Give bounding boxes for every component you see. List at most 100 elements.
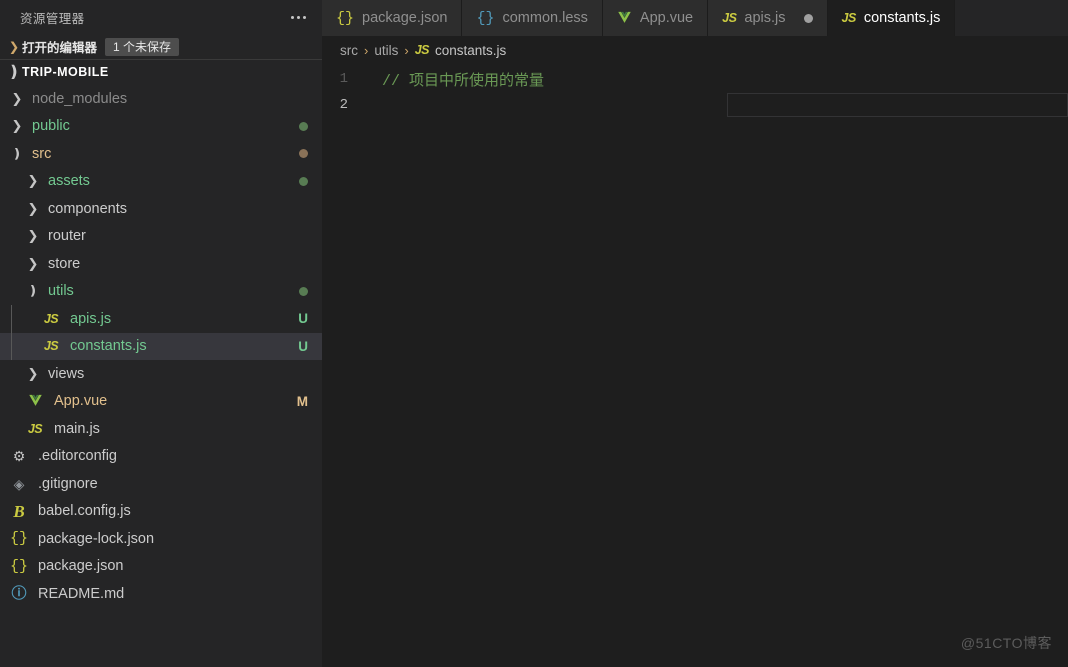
chevron-down-icon: ❫ bbox=[7, 64, 21, 81]
tree-folder-assets[interactable]: ❯ assets bbox=[0, 168, 322, 196]
tree-folder-src[interactable]: ❫ src bbox=[0, 140, 322, 168]
tree-file-package-json[interactable]: {} package.json bbox=[0, 553, 322, 581]
tree-item-label: App.vue bbox=[54, 393, 108, 410]
editor-area: {} package.json {} common.less App.vue JS apis… bbox=[322, 0, 1068, 667]
tree-item-label: main.js bbox=[54, 420, 100, 437]
tree-item-label: store bbox=[48, 255, 81, 272]
indent-guide bbox=[0, 332, 38, 361]
tree-item-label: utils bbox=[48, 283, 74, 300]
file-icon: JS bbox=[38, 340, 64, 353]
tab-file-icon: JS bbox=[841, 10, 857, 25]
tree-file-constants-js[interactable]: JS constants.js U bbox=[0, 332, 322, 361]
vscode-window: 资源管理器 ❯ 打开的编辑器 1 个未保存 ❫ TRIP-MOBILE ❯ nod… bbox=[0, 0, 1068, 667]
indent-guide bbox=[0, 360, 22, 388]
breadcrumb-part[interactable]: utils bbox=[374, 43, 398, 58]
chevron-right-icon: ❯ bbox=[27, 255, 39, 271]
tree-folder-store[interactable]: ❯ store bbox=[0, 250, 322, 278]
indent-guide bbox=[0, 305, 38, 333]
gear-icon: ⚙ bbox=[12, 448, 26, 465]
tree-file--editorconfig[interactable]: ⚙ .editorconfig bbox=[0, 443, 322, 471]
line-number: 2 bbox=[339, 97, 348, 113]
code-text: // 项目中所使用的常量 bbox=[382, 72, 545, 90]
tree-item-label: views bbox=[48, 365, 85, 382]
babel-icon: B bbox=[13, 501, 25, 521]
tree-item-label: constants.js bbox=[70, 338, 147, 355]
tab-file-icon bbox=[617, 10, 632, 27]
tree-item-label: src bbox=[32, 145, 52, 162]
chevron-right-icon: › bbox=[364, 42, 369, 58]
code-editor[interactable]: 1 // 项目中所使用的常量 2 bbox=[322, 63, 1068, 667]
git-status-dot bbox=[299, 121, 308, 131]
js-icon: JS bbox=[414, 42, 430, 57]
editor-tab-apis-js[interactable]: JS apis.js bbox=[708, 0, 828, 36]
workspace-root-label: TRIP-MOBILE bbox=[22, 65, 109, 79]
indent-guide bbox=[0, 388, 22, 416]
editor-tab-package-json[interactable]: {} package.json bbox=[322, 0, 463, 36]
tree-item-label: apis.js bbox=[70, 310, 112, 327]
tab-dirty-indicator[interactable] bbox=[803, 13, 813, 23]
tree-folder-public[interactable]: ❯ public bbox=[0, 113, 322, 141]
tree-item-label: babel.config.js bbox=[38, 503, 131, 520]
file-icon: JS bbox=[22, 421, 48, 436]
indent-guide bbox=[0, 195, 22, 223]
open-editors-section[interactable]: ❯ 打开的编辑器 1 个未保存 bbox=[0, 35, 322, 58]
js-icon: JS bbox=[27, 421, 43, 436]
unsaved-count-badge: 1 个未保存 bbox=[105, 37, 180, 56]
ellipsis-dot bbox=[303, 16, 306, 19]
tree-file-main-js[interactable]: JS main.js bbox=[0, 415, 322, 443]
js-icon: JS bbox=[43, 339, 59, 353]
code-line: 1 // 项目中所使用的常量 bbox=[322, 66, 1068, 92]
indent-guide bbox=[0, 168, 22, 196]
markdown-info-icon: ⓘ bbox=[11, 585, 27, 603]
file-icon: B bbox=[6, 503, 32, 520]
editor-tab-bar: {} package.json {} common.less App.vue JS apis… bbox=[322, 0, 1068, 37]
tree-folder-router[interactable]: ❯ router bbox=[0, 223, 322, 251]
editor-tab-App-vue[interactable]: App.vue bbox=[602, 0, 709, 36]
tree-folder-node_modules[interactable]: ❯ node_modules bbox=[0, 85, 322, 113]
editor-tab-constants-js[interactable]: JS constants.js bbox=[827, 0, 956, 36]
git-status-badge: U bbox=[298, 311, 308, 327]
tree-file--gitignore[interactable]: ◈ .gitignore bbox=[0, 470, 322, 498]
ellipsis-icon[interactable] bbox=[287, 12, 310, 23]
tree-file-apis-js[interactable]: JS apis.js U bbox=[0, 305, 322, 333]
tree-folder-components[interactable]: ❯ components bbox=[0, 195, 322, 223]
file-icon: ◈ bbox=[6, 477, 32, 491]
js-icon: JS bbox=[841, 10, 857, 25]
tab-file-icon: {} bbox=[336, 11, 354, 26]
tree-folder-utils[interactable]: ❫ utils bbox=[0, 278, 322, 306]
breadcrumb-file-icon: JS bbox=[414, 42, 430, 57]
breadcrumb-part[interactable]: src bbox=[340, 43, 358, 58]
tree-file-package-lock-json[interactable]: {} package-lock.json bbox=[0, 525, 322, 553]
tab-label: App.vue bbox=[639, 10, 694, 26]
workspace-root-row[interactable]: ❫ TRIP-MOBILE bbox=[0, 60, 322, 84]
tab-label: common.less bbox=[502, 10, 588, 26]
chevron-down-icon: ❫ bbox=[27, 283, 39, 299]
explorer-sidebar: 资源管理器 ❯ 打开的编辑器 1 个未保存 ❫ TRIP-MOBILE ❯ nod… bbox=[0, 0, 322, 667]
file-icon: JS bbox=[38, 312, 64, 326]
line-number: 1 bbox=[339, 71, 348, 87]
file-icon: ⓘ bbox=[6, 586, 32, 601]
vue-icon bbox=[617, 10, 632, 27]
chevron-right-icon: ❯ bbox=[27, 228, 39, 244]
indent-guide bbox=[0, 223, 22, 251]
tree-file-README-md[interactable]: ⓘ README.md bbox=[0, 580, 322, 608]
file-tree: ❯ node_modules ❯ public ❫ src ❯ assets ❯ componen… bbox=[0, 84, 322, 667]
tab-label: apis.js bbox=[744, 10, 786, 26]
file-icon bbox=[22, 393, 48, 410]
tree-file-babel-config-js[interactable]: Bbabel.config.js bbox=[0, 498, 322, 526]
tree-item-label: package-lock.json bbox=[38, 530, 155, 547]
breadcrumb-file[interactable]: constants.js bbox=[435, 43, 506, 58]
git-status-dot bbox=[299, 149, 308, 159]
explorer-header: 资源管理器 bbox=[0, 0, 322, 35]
tab-file-icon: JS bbox=[722, 12, 737, 25]
explorer-title: 资源管理器 bbox=[20, 12, 85, 26]
file-icon: ⚙ bbox=[6, 449, 32, 463]
chevron-right-icon: ❯ bbox=[11, 90, 23, 106]
watermark: @51CTO博客 bbox=[960, 635, 1052, 651]
json-icon: {} bbox=[9, 557, 28, 575]
breadcrumb: src › utils › JS constants.js bbox=[322, 37, 1068, 63]
json-icon: {} bbox=[336, 9, 355, 27]
tree-file-App-vue[interactable]: App.vue M bbox=[0, 388, 322, 416]
tree-folder-views[interactable]: ❯ views bbox=[0, 360, 322, 388]
editor-tab-common-less[interactable]: {} common.less bbox=[462, 0, 603, 36]
